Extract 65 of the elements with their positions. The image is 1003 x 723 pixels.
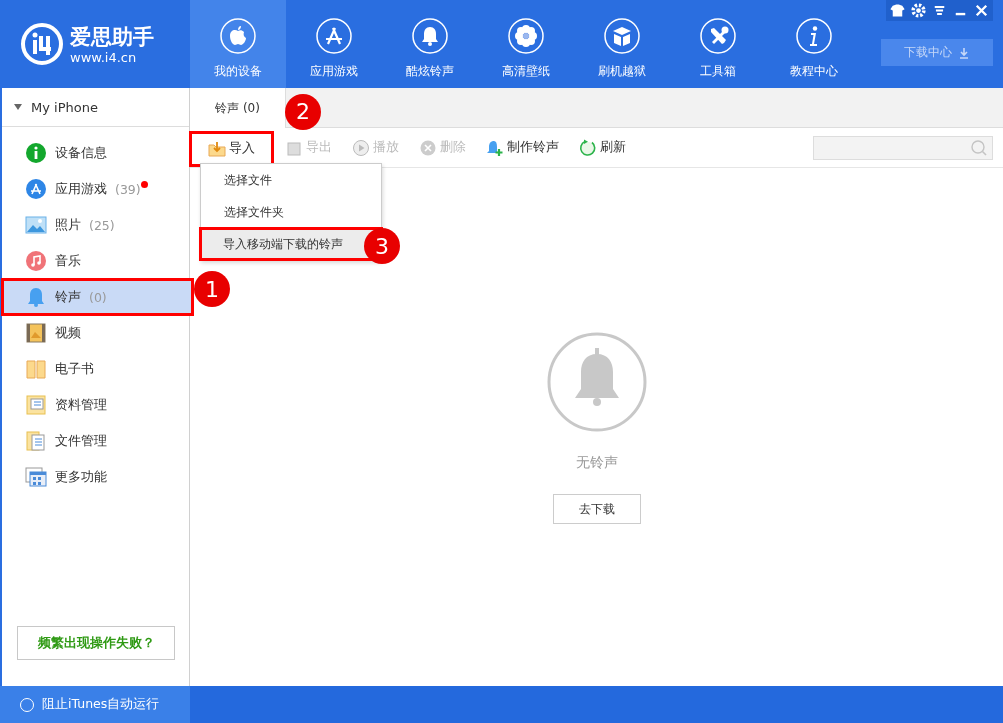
nav-icon (604, 18, 640, 54)
download-icon (958, 46, 970, 59)
toolbar-button[interactable]: 导入 (190, 131, 273, 166)
app-url: www.i4.cn (70, 49, 138, 65)
sidebar-item[interactable]: 应用游戏 (39) (2, 171, 189, 207)
bell-icon (546, 332, 647, 432)
folder-download-icon (208, 139, 226, 158)
category-icon (25, 358, 47, 380)
category-icon (25, 286, 47, 308)
go-download-button[interactable]: 去下载 (552, 494, 641, 524)
sidebar-item[interactable]: 视频 (2, 315, 189, 351)
category-icon (25, 430, 47, 452)
nav-icon (508, 18, 544, 54)
nav-icon (796, 18, 832, 54)
category-icon (25, 466, 47, 488)
sidebar-item[interactable]: 电子书 (2, 351, 189, 387)
nav-tab[interactable]: 高清壁纸 (478, 0, 574, 88)
help-button[interactable]: 频繁出现操作失败？ (17, 626, 175, 660)
item-count: (25) (89, 217, 115, 233)
sidebar-item[interactable]: 音乐 (2, 243, 189, 279)
device-header[interactable]: My iPhone (2, 88, 189, 127)
bell-plus-icon (486, 138, 504, 157)
nav-tab[interactable]: 我的设备 (190, 0, 286, 88)
toolbar-button[interactable]: 制作铃声 (478, 130, 567, 165)
category-icon (25, 394, 47, 416)
refresh-icon (579, 138, 597, 157)
device-name: My iPhone (31, 99, 98, 115)
nav-tab[interactable]: 工具箱 (670, 0, 766, 88)
menu-item[interactable]: 选择文件 (201, 164, 381, 196)
nav-tab[interactable]: 刷机越狱 (574, 0, 670, 88)
nav-icon (220, 18, 256, 54)
app-name: 爱思助手 (70, 23, 154, 50)
sidebar-item[interactable]: 照片 (25) (2, 207, 189, 243)
step-badge: 1 (194, 271, 230, 307)
search-icon (970, 138, 988, 157)
nav-icon (316, 18, 352, 54)
logo-icon (20, 22, 64, 66)
item-count: (39) (115, 181, 141, 197)
item-count: (0) (89, 289, 107, 305)
sidebar-item[interactable]: 文件管理 (2, 423, 189, 459)
sidebar-item[interactable]: 设备信息 (2, 135, 189, 171)
empty-message: 无铃声 (575, 454, 618, 472)
nav-tab[interactable]: 应用游戏 (286, 0, 382, 88)
delete-icon (419, 138, 437, 157)
nav-icon (412, 18, 448, 54)
step-badge: 3 (364, 228, 400, 264)
itunes-label: 阻止iTunes自动运行 (42, 696, 160, 713)
category-icon (25, 178, 47, 200)
category-icon (25, 214, 47, 236)
settings-icon[interactable] (909, 1, 928, 20)
sidebar-item[interactable]: 更多功能 (2, 459, 189, 495)
menu-item[interactable]: 选择文件夹 (201, 196, 381, 228)
sidebar-item[interactable]: 铃声 (0) (2, 279, 193, 315)
category-icon (25, 322, 47, 344)
tab[interactable]: 铃声 (0) (190, 88, 286, 128)
nav-icon (700, 18, 736, 54)
toolbar-button[interactable]: 刷新 (571, 130, 634, 165)
category-icon (25, 250, 47, 272)
play-icon (352, 138, 370, 157)
nav-tab[interactable]: 教程中心 (766, 0, 862, 88)
nav-tab[interactable]: 酷炫铃声 (382, 0, 478, 88)
sidebar-item[interactable]: 资料管理 (2, 387, 189, 423)
category-icon (25, 142, 47, 164)
search-field[interactable] (813, 135, 993, 160)
expand-arrow-icon[interactable] (14, 104, 22, 110)
